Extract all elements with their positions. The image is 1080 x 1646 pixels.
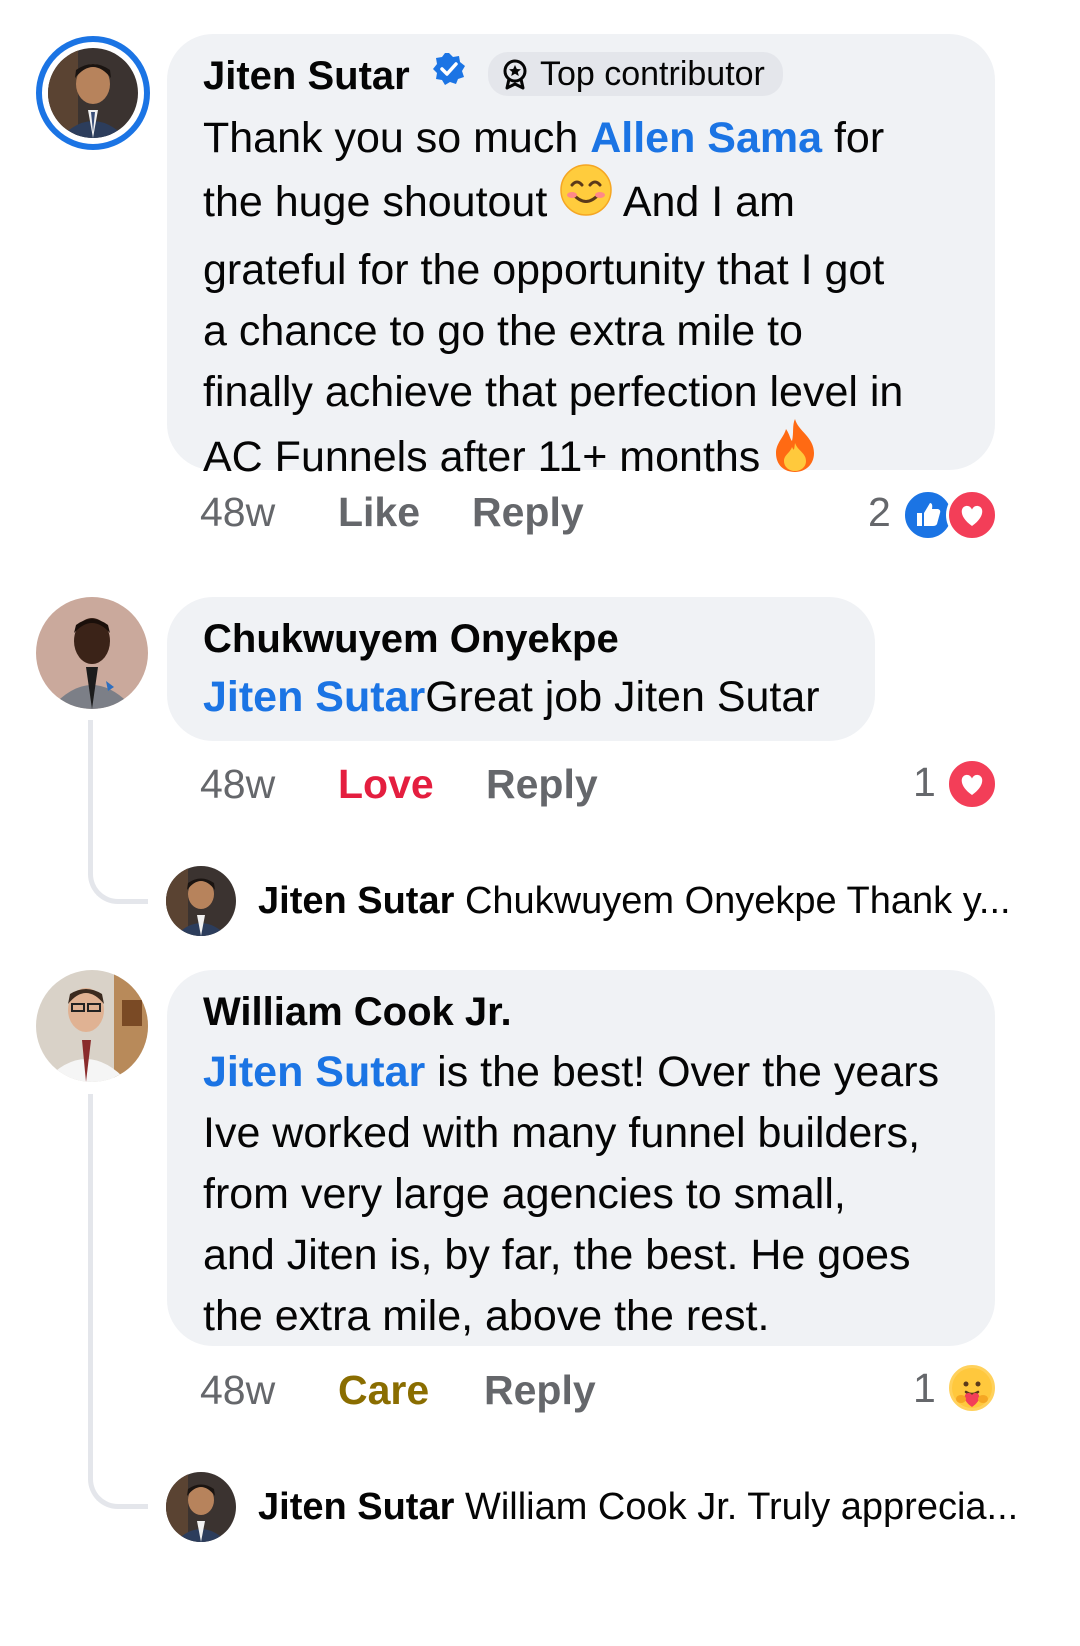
text-line: Ive worked with many funnel builders, bbox=[203, 1109, 921, 1157]
text-segment: Thank you so much bbox=[203, 114, 591, 163]
avatar-jiten-sutar[interactable] bbox=[48, 48, 138, 138]
text-line: the extra mile, above the rest. bbox=[203, 1292, 770, 1340]
smiling-emoji-icon bbox=[559, 163, 613, 234]
comment-author[interactable]: Jiten Sutar bbox=[203, 54, 410, 98]
comment-header: Jiten Sutar Top contributor bbox=[203, 52, 959, 102]
badge-label: Top contributor bbox=[539, 55, 765, 94]
comment-text: Thank you so much Allen Sama for the hug… bbox=[203, 108, 959, 496]
timestamp[interactable]: 48w bbox=[200, 482, 275, 542]
text-line: grateful for the opportunity that I got bbox=[203, 246, 885, 295]
love-button[interactable]: Love bbox=[338, 754, 434, 814]
avatar-jiten-sutar-small[interactable] bbox=[166, 1472, 236, 1542]
text-segment: for bbox=[822, 114, 885, 163]
avatar-chukwuyem-onyekpe[interactable] bbox=[36, 597, 148, 709]
fire-emoji-icon bbox=[772, 417, 818, 490]
person-photo-icon bbox=[48, 48, 138, 138]
reply-preview-text: William Cook Jr. Truly apprecia... bbox=[464, 1486, 1019, 1528]
text-segment: the huge shoutout bbox=[203, 178, 560, 227]
reaction-count[interactable]: 1 bbox=[913, 752, 936, 812]
top-contributor-icon bbox=[503, 59, 527, 90]
mention-link[interactable]: Jiten Sutar bbox=[203, 673, 425, 721]
like-button[interactable]: Like bbox=[338, 482, 420, 542]
comment-author[interactable]: Chukwuyem Onyekpe bbox=[203, 615, 839, 663]
reply-button[interactable]: Reply bbox=[486, 754, 598, 814]
avatar-jiten-sutar-small[interactable] bbox=[166, 866, 236, 936]
thread-connector bbox=[88, 1094, 148, 1509]
comment-bubble[interactable]: Chukwuyem Onyekpe Jiten SutarGreat job J… bbox=[167, 597, 875, 741]
text-segment: Great job Jiten Sutar bbox=[425, 673, 820, 721]
comment-actions: 48w Care Reply bbox=[200, 1360, 1000, 1420]
care-button[interactable]: Care bbox=[338, 1360, 429, 1420]
mention-link[interactable]: Allen Sama bbox=[590, 114, 822, 162]
care-reaction-icon bbox=[946, 1362, 998, 1414]
reply-author[interactable]: Jiten Sutar bbox=[258, 880, 454, 922]
reaction-count[interactable]: 2 bbox=[868, 482, 891, 542]
text-segment: And I am bbox=[613, 178, 795, 227]
comment-actions: 48w Love Reply bbox=[200, 754, 1000, 814]
person-photo-icon bbox=[166, 1472, 236, 1542]
text-line: from very large agencies to small, bbox=[203, 1170, 846, 1218]
timestamp[interactable]: 48w bbox=[200, 1360, 275, 1420]
mention-link[interactable]: Jiten Sutar bbox=[203, 1048, 425, 1096]
reply-preview-text: Chukwuyem Onyekpe Thank y... bbox=[464, 880, 1011, 922]
verified-badge-icon bbox=[431, 50, 467, 98]
reply-author[interactable]: Jiten Sutar bbox=[258, 1486, 454, 1528]
top-contributor-badge[interactable]: Top contributor bbox=[487, 52, 783, 97]
comment-bubble[interactable]: Jiten Sutar Top contributor Thank you so… bbox=[167, 34, 995, 481]
text-segment: AC Funnels after 11+ months bbox=[203, 433, 773, 482]
text-segment: is the best! Over the years bbox=[425, 1048, 940, 1096]
thread-connector bbox=[88, 720, 148, 904]
text-line: and Jiten is, by far, the best. He goes bbox=[203, 1231, 911, 1279]
avatar-william-cook-jr[interactable] bbox=[36, 970, 148, 1082]
person-photo-icon bbox=[166, 866, 236, 936]
person-photo-icon bbox=[36, 597, 148, 709]
reaction-count[interactable]: 1 bbox=[913, 1358, 936, 1418]
timestamp[interactable]: 48w bbox=[200, 754, 275, 814]
love-reaction-icon bbox=[946, 758, 998, 810]
comment-author[interactable]: William Cook Jr. bbox=[203, 988, 959, 1036]
love-reaction-icon bbox=[946, 489, 998, 541]
comment-bubble[interactable]: William Cook Jr. Jiten Sutar is the best… bbox=[167, 970, 995, 1346]
text-line: finally achieve that perfection level in bbox=[203, 368, 904, 417]
reply-preview[interactable]: Jiten Sutar Chukwuyem Onyekpe Thank y... bbox=[258, 876, 1011, 926]
text-line: a chance to go the extra mile to bbox=[203, 307, 803, 356]
reply-button[interactable]: Reply bbox=[472, 482, 584, 542]
comment-text: Jiten Sutar is the best! Over the years … bbox=[203, 1042, 959, 1347]
reply-preview[interactable]: Jiten Sutar William Cook Jr. Truly appre… bbox=[258, 1482, 1018, 1532]
comment-text: Jiten SutarGreat job Jiten Sutar bbox=[203, 667, 839, 728]
reply-button[interactable]: Reply bbox=[484, 1360, 596, 1420]
person-photo-icon bbox=[36, 970, 148, 1082]
